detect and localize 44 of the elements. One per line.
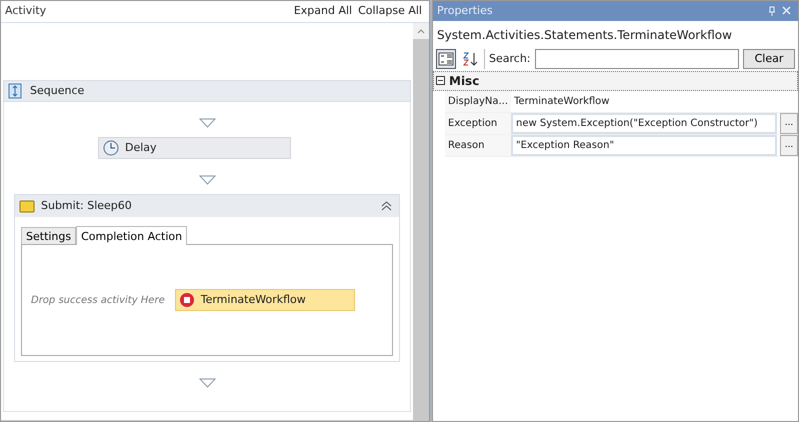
sort-icon [462,51,478,67]
property-name: Exception [445,113,511,134]
drop-arrow-icon [198,118,216,128]
ellipsis-button[interactable]: ... [780,135,798,156]
activity-header[interactable]: Submit: Sleep60 [15,195,399,217]
activity-block[interactable]: TerminateWorkflow [174,289,355,311]
sequence-icon [8,83,22,99]
panel-title: Activity [5,3,46,20]
toolbar-link[interactable]: Expand All [290,3,356,20]
activity-title: Sequence [30,82,84,99]
stop-icon [178,292,195,308]
tab[interactable]: Settings [21,227,76,244]
property-name: Reason [445,135,511,156]
ellipsis-button[interactable]: ... [780,113,798,134]
categorized-button[interactable] [436,49,456,69]
category-row[interactable]: Misc [433,71,798,91]
toolbar-link[interactable]: Collapse All [355,3,425,20]
drop-hint: Drop success activity Here [31,294,165,308]
tab[interactable]: Completion Action [76,226,188,245]
pin-icon [768,6,776,16]
property-name: DisplayNa... [445,91,511,112]
activity-title: Submit: Sleep60 [41,198,132,214]
clock-icon [103,140,119,156]
type-name: System.Activities.Statements.TerminateWorkflow [436,27,733,44]
search-field[interactable] [534,49,739,69]
collapse-icon [381,200,392,212]
drop-arrow-icon [198,175,216,185]
clear-button[interactable]: Clear [743,49,795,69]
activity-title: Delay [125,140,157,156]
close-icon [782,6,791,16]
drop-arrow-icon [198,378,216,388]
sequence-header[interactable]: Sequence [3,80,411,102]
categorized-icon [438,52,454,66]
activity-title: TerminateWorkflow [200,292,306,308]
category-title: Misc [449,73,480,90]
search-label: Search: [489,50,530,67]
scroll-up-icon [417,28,425,34]
property-value-field[interactable]: new System.Exception("Exception Constructor") [511,113,777,134]
scrollbar[interactable] [413,23,429,421]
property-value-field[interactable]: "Exception Reason" [511,135,777,156]
collapse-icon [436,76,445,86]
panel-title: Properties [437,2,493,19]
property-value[interactable]: TerminateWorkflow [511,91,798,112]
activity-block[interactable]: Delay [98,137,291,159]
